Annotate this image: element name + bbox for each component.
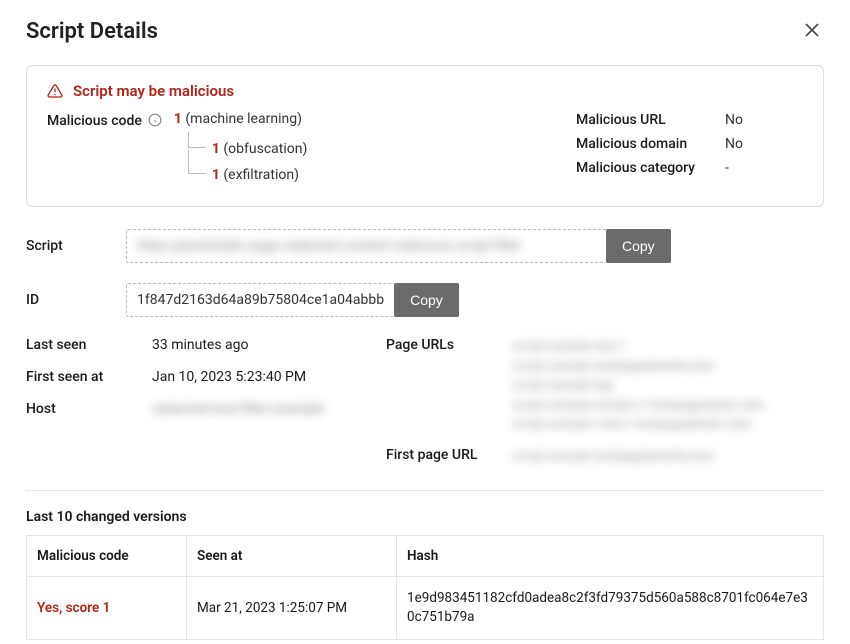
id-value: 1f847d2163d64a89b75804ce1a04abbb bbox=[126, 283, 394, 317]
id-label: ID bbox=[26, 292, 106, 308]
malicious-category-value: - bbox=[725, 160, 743, 176]
versions-title: Last 10 changed versions bbox=[26, 509, 824, 525]
last-seen-value: 33 minutes ago bbox=[152, 337, 346, 353]
table-row: Yes, score 1 Mar 21, 2023 1:25:07 PM 1e9… bbox=[27, 577, 824, 640]
first-page-url-label: First page URL bbox=[386, 447, 496, 467]
tree-child: 1 (exfiltration) bbox=[188, 160, 308, 186]
close-icon bbox=[804, 22, 820, 38]
first-seen-value: Jan 10, 2023 5:23:40 PM bbox=[152, 369, 346, 385]
script-value: https placeholder page redacted content … bbox=[126, 229, 606, 263]
alert-heading-text: Script may be malicious bbox=[73, 82, 234, 100]
script-label: Script bbox=[26, 238, 106, 254]
table-header-row: Malicious code Seen at Hash bbox=[27, 536, 824, 577]
copy-script-button[interactable]: Copy bbox=[606, 229, 671, 263]
tree-root-label: (machine learning) bbox=[185, 111, 302, 127]
warning-icon bbox=[47, 83, 63, 99]
malicious-domain-label: Malicious domain bbox=[576, 136, 695, 152]
close-button[interactable] bbox=[800, 18, 824, 45]
first-seen-label: First seen at bbox=[26, 369, 136, 385]
row-seen-value: Mar 21, 2023 1:25:07 PM bbox=[187, 577, 397, 640]
divider bbox=[26, 490, 824, 491]
page-urls-value: script-sample-test-1 script-sample-testp… bbox=[512, 337, 824, 435]
malicious-category-label: Malicious category bbox=[576, 160, 695, 176]
meta-left: Last seen 33 minutes ago First seen at J… bbox=[26, 337, 346, 466]
col-hash: Hash bbox=[397, 536, 824, 577]
malicious-alert-box: Script may be malicious Malicious code 1… bbox=[26, 65, 824, 207]
script-field-row: Script https placeholder page redacted c… bbox=[26, 229, 824, 263]
page-urls-label: Page URLs bbox=[386, 337, 496, 435]
malicious-url-value: No bbox=[725, 112, 743, 128]
malicious-code-tree: 1 (machine learning) 1 (obfuscation) 1 (… bbox=[174, 112, 308, 186]
first-page-url-value: script-sample-testpagedetailtoview bbox=[512, 447, 824, 467]
malicious-props: Malicious URL No Malicious domain No Mal… bbox=[576, 112, 803, 186]
page-title: Script Details bbox=[26, 19, 158, 44]
tree-root-count: 1 bbox=[174, 111, 182, 127]
tree-child: 1 (obfuscation) bbox=[188, 134, 308, 160]
alert-heading: Script may be malicious bbox=[47, 82, 803, 100]
col-malicious: Malicious code bbox=[27, 536, 187, 577]
id-field-row: ID 1f847d2163d64a89b75804ce1a04abbb Copy bbox=[26, 283, 824, 317]
meta-right: Page URLs script-sample-test-1 script-sa… bbox=[386, 337, 824, 466]
copy-id-button[interactable]: Copy bbox=[394, 283, 459, 317]
malicious-domain-value: No bbox=[725, 136, 743, 152]
row-malicious-value: Yes, score 1 bbox=[37, 600, 110, 616]
host-label: Host bbox=[26, 401, 136, 417]
info-icon[interactable] bbox=[148, 113, 162, 127]
last-seen-label: Last seen bbox=[26, 337, 136, 353]
malicious-code-column: Malicious code 1 (machine learning) 1 (o… bbox=[47, 112, 526, 186]
versions-table: Malicious code Seen at Hash Yes, score 1… bbox=[26, 535, 824, 640]
host-value: redacted-host-filler.example bbox=[152, 401, 346, 417]
malicious-code-label: Malicious code bbox=[47, 112, 162, 186]
col-seen: Seen at bbox=[187, 536, 397, 577]
header: Script Details bbox=[26, 18, 824, 45]
malicious-url-label: Malicious URL bbox=[576, 112, 695, 128]
row-hash-value: 1e9d983451182cfd0adea8c2f3fd79375d560a58… bbox=[397, 577, 824, 640]
